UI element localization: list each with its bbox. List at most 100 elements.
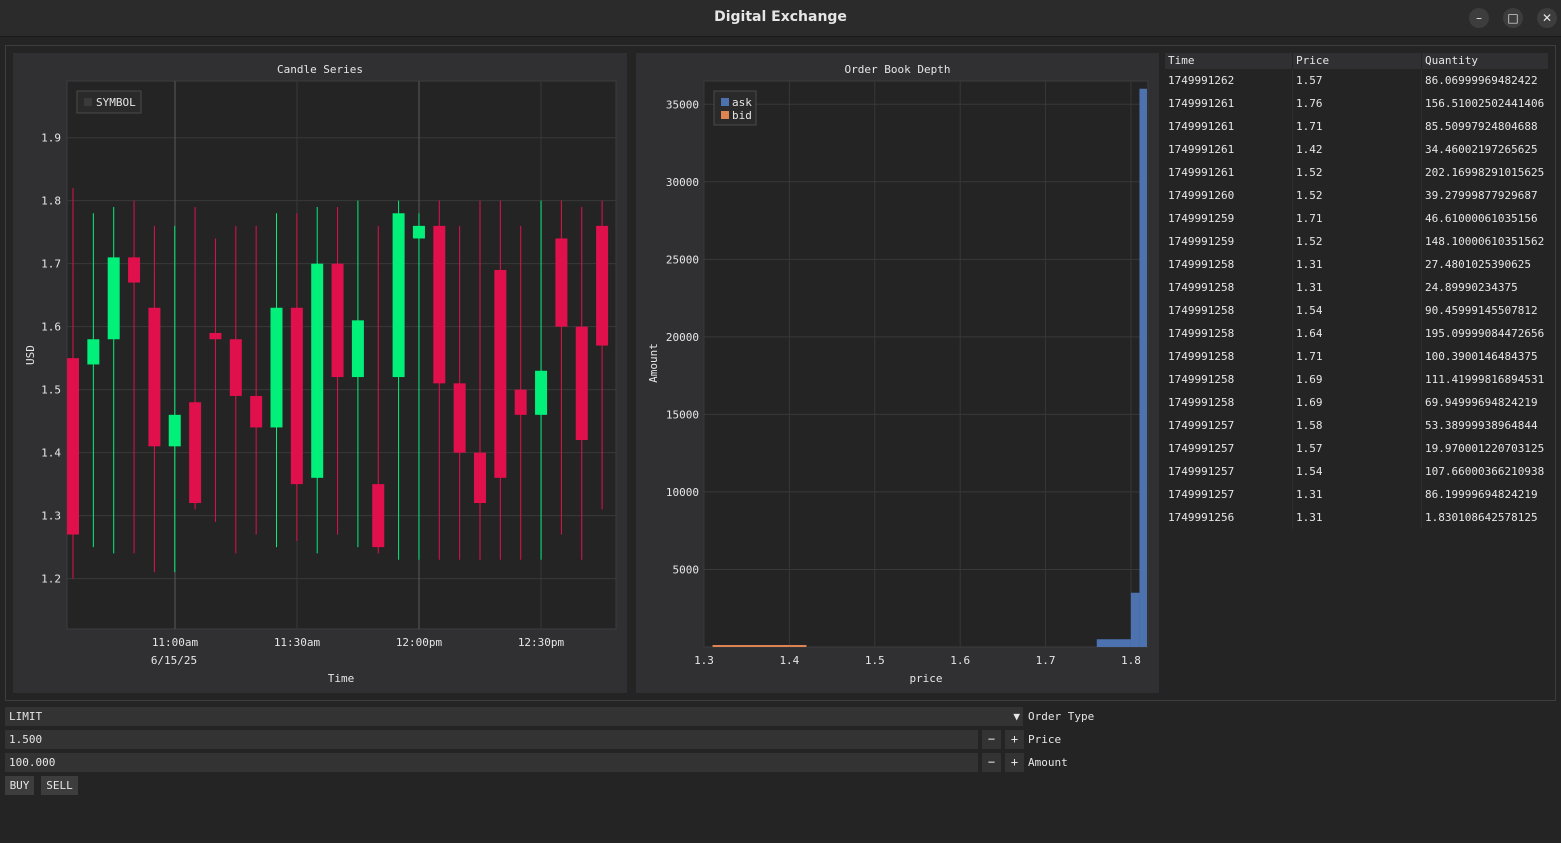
candle-body [87, 339, 100, 365]
column-header-time[interactable]: Time [1165, 53, 1293, 69]
price-increment-button[interactable]: + [1005, 730, 1024, 749]
table-row[interactable]: 1749991258 1.31 24.89990234375 [1165, 276, 1548, 299]
amount-increment-button[interactable]: + [1005, 753, 1024, 772]
table-row[interactable]: 1749991257 1.31 86.19999694824219 [1165, 483, 1548, 506]
x-tick-label: 12:30pm [518, 636, 565, 649]
trade-price-cell: 1.42 [1293, 138, 1422, 161]
table-row[interactable]: 1749991258 1.64 195.09999084472656 [1165, 322, 1548, 345]
trade-time-cell: 1749991259 [1165, 207, 1293, 230]
depth-x-tick-label: 1.3 [694, 654, 714, 667]
trade-quantity-cell: 85.50997924804688 [1425, 120, 1538, 133]
depth-x-tick-label: 1.7 [1036, 654, 1056, 667]
y-tick-label: 1.6 [41, 321, 61, 334]
price-label: Price [1028, 733, 1062, 746]
trade-price-cell: 1.69 [1293, 391, 1422, 414]
trade-time-cell: 1749991258 [1165, 345, 1293, 368]
candle-body [514, 389, 527, 415]
table-body: 1749991262 1.57 86.06999969482422 174999126… [1165, 69, 1548, 529]
depth-bar-ask [1139, 88, 1147, 648]
trade-quantity-cell: 156.51002502441406 [1425, 97, 1545, 110]
trade-quantity-cell: 195.09999084472656 [1425, 327, 1545, 340]
table-row[interactable]: 1749991257 1.57 19.970001220703125 [1165, 437, 1548, 460]
sell-button[interactable]: SELL [41, 776, 78, 795]
candle-body [535, 370, 548, 415]
table-row[interactable]: 1749991259 1.71 46.61000061035156 [1165, 207, 1548, 230]
trade-quantity-cell: 53.38999938964844 [1425, 419, 1538, 432]
table-row[interactable]: 1749991257 1.58 53.38999938964844 [1165, 414, 1548, 437]
depth-legend-swatch [721, 98, 729, 106]
table-row[interactable]: 1749991258 1.69 111.41999816894531 [1165, 368, 1548, 391]
trade-price-cell: 1.57 [1293, 69, 1422, 92]
table-row[interactable]: 1749991262 1.57 86.06999969482422 [1165, 69, 1548, 92]
price-decrement-button[interactable]: − [982, 730, 1001, 749]
candle-body [575, 326, 588, 441]
amount-input[interactable]: 100.000 [5, 753, 978, 772]
trade-quantity-cell: 100.3900146484375 [1425, 350, 1538, 363]
candle-body [331, 263, 344, 378]
table-row[interactable]: 1749991261 1.52 202.16998291015625 [1165, 161, 1548, 184]
column-header-price[interactable]: Price [1293, 53, 1422, 69]
x-tick-label: 11:30am [274, 636, 321, 649]
table-row[interactable]: 1749991258 1.54 90.45999145507812 [1165, 299, 1548, 322]
trade-quantity-cell: 90.45999145507812 [1425, 304, 1538, 317]
chevron-down-icon[interactable]: ▼ [1013, 707, 1020, 726]
trade-price-cell: 1.57 [1293, 437, 1422, 460]
table-row[interactable]: 1749991261 1.71 85.50997924804688 [1165, 115, 1548, 138]
table-row[interactable]: 1749991258 1.31 27.4801025390625 [1165, 253, 1548, 276]
candle-body [412, 225, 425, 239]
y-tick-label: 1.9 [41, 132, 61, 145]
trade-time-cell: 1749991258 [1165, 368, 1293, 391]
y-tick-label: 1.5 [41, 384, 61, 397]
order-type-select[interactable]: LIMIT ▼ [5, 707, 1023, 726]
column-header-quantity[interactable]: Quantity [1422, 53, 1548, 69]
maximize-icon[interactable]: □ [1503, 8, 1523, 28]
depth-legend-swatch [721, 111, 729, 119]
trade-time-cell: 1749991262 [1165, 69, 1293, 92]
candle-body [290, 307, 303, 485]
table-row[interactable]: 1749991258 1.69 69.94999694824219 [1165, 391, 1548, 414]
legend-label: SYMBOL [96, 96, 136, 109]
window-title: Digital Exchange [714, 9, 847, 25]
amount-decrement-button[interactable]: − [982, 753, 1001, 772]
depth-y-tick-label: 30000 [666, 176, 699, 189]
candle-body [250, 395, 263, 428]
legend-swatch [84, 98, 92, 106]
x-date-label: 6/15/25 [151, 654, 197, 667]
trade-quantity-cell: 111.41999816894531 [1425, 373, 1545, 386]
trade-price-cell: 1.69 [1293, 368, 1422, 391]
minimize-icon[interactable]: – [1469, 8, 1489, 28]
depth-x-tick-label: 1.5 [865, 654, 885, 667]
table-row[interactable]: 1749991259 1.52 148.10000610351562 [1165, 230, 1548, 253]
trade-time-cell: 1749991261 [1165, 161, 1293, 184]
table-row[interactable]: 1749991256 1.31 1.830108642578125 [1165, 506, 1548, 529]
trade-price-cell: 1.71 [1293, 207, 1422, 230]
y-axis-label: USD [24, 345, 37, 365]
trade-quantity-cell: 1.830108642578125 [1425, 511, 1538, 524]
candle-body [67, 358, 79, 535]
y-tick-label: 1.4 [41, 447, 61, 460]
trade-time-cell: 1749991257 [1165, 460, 1293, 483]
depth-bar-bid [712, 645, 790, 647]
trade-time-cell: 1749991261 [1165, 92, 1293, 115]
candle-body [392, 213, 405, 378]
table-row[interactable]: 1749991260 1.52 39.27999877929687 [1165, 184, 1548, 207]
candle-body [351, 320, 364, 378]
trade-time-cell: 1749991258 [1165, 322, 1293, 345]
candle-body [372, 484, 385, 548]
candle-chart[interactable]: 1.2 1.3 1.4 1.5 1.6 1.7 1.8 1.9 11:00am 11:30am 12… [13, 53, 627, 693]
table-row[interactable]: 1749991261 1.76 156.51002502441406 [1165, 92, 1548, 115]
trade-quantity-cell: 34.46002197265625 [1425, 143, 1538, 156]
depth-y-tick-label: 15000 [666, 408, 699, 421]
price-input[interactable]: 1.500 [5, 730, 978, 749]
trade-quantity-cell: 27.4801025390625 [1425, 258, 1531, 271]
candle-body [168, 414, 181, 447]
table-row[interactable]: 1749991261 1.42 34.46002197265625 [1165, 138, 1548, 161]
buy-button[interactable]: BUY [5, 776, 34, 795]
depth-chart[interactable]: 5000 10000 15000 20000 25000 30000 35000 1.3 1.4… [636, 53, 1159, 693]
close-icon[interactable]: ✕ [1537, 8, 1557, 28]
table-row[interactable]: 1749991258 1.71 100.3900146484375 [1165, 345, 1548, 368]
table-row[interactable]: 1749991257 1.54 107.66000366210938 [1165, 460, 1548, 483]
y-tick-label: 1.2 [41, 573, 61, 586]
x-tick-label: 12:00pm [396, 636, 443, 649]
trade-time-cell: 1749991257 [1165, 483, 1293, 506]
